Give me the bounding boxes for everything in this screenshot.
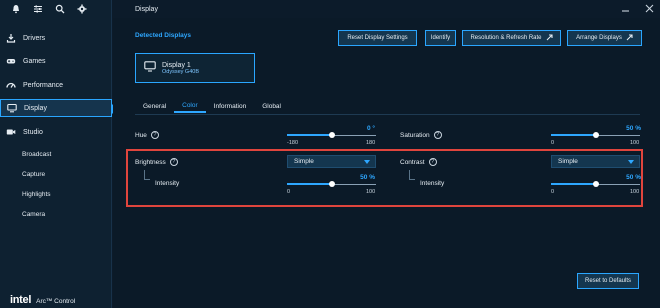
sidebar-item-label: Studio: [23, 128, 43, 136]
help-icon[interactable]: ?: [428, 158, 437, 166]
camera-icon: [6, 127, 16, 137]
sidebar: Drivers Games Performance Display Studio…: [0, 0, 117, 308]
tab-global[interactable]: Global: [254, 99, 289, 113]
display-card[interactable]: Display 1 Odyssey G40B: [135, 53, 255, 83]
slider-fill: [287, 134, 332, 136]
tab-color[interactable]: Color: [174, 99, 206, 113]
slider-thumb[interactable]: [593, 181, 599, 187]
tree-connector: [144, 170, 150, 180]
search-icon[interactable]: [54, 3, 66, 15]
help-icon[interactable]: ?: [150, 131, 159, 139]
window-title: Display: [135, 5, 158, 13]
external-link-icon: [626, 33, 633, 43]
identify-button[interactable]: Identify: [425, 30, 456, 46]
saturation-label: Saturation ?: [400, 131, 442, 139]
contrast-min: 0: [551, 189, 555, 195]
external-link-icon: [546, 33, 553, 43]
chevron-down-icon: [628, 160, 634, 164]
help-icon[interactable]: ?: [169, 158, 178, 166]
resolution-refresh-rate-button[interactable]: Resolution & Refresh Rate: [462, 30, 561, 46]
sidebar-item-display[interactable]: Display: [0, 99, 117, 117]
hue-max: 180: [366, 140, 376, 146]
brightness-max: 100: [366, 189, 376, 195]
sidebar-item-label: Performance: [23, 81, 64, 89]
slider-fill: [551, 183, 596, 185]
setting-label: Hue: [135, 131, 147, 139]
intel-logo: intel: [10, 294, 32, 306]
sidebar-item-drivers[interactable]: Drivers: [0, 29, 112, 47]
sidebar-subitem-capture[interactable]: Capture: [22, 171, 45, 178]
saturation-min: 0: [551, 140, 555, 146]
chevron-down-icon: [364, 160, 370, 164]
reset-display-settings-button[interactable]: Reset Display Settings: [338, 30, 417, 46]
button-label: Identify: [430, 35, 451, 41]
tab-divider: [135, 114, 640, 115]
arrange-displays-button[interactable]: Arrange Displays: [567, 30, 642, 46]
display-name: Display 1: [162, 61, 191, 69]
download-icon: [6, 33, 16, 43]
main-panel: Detected Displays Reset Display Settings…: [113, 18, 660, 308]
sidebar-item-label: Games: [23, 57, 46, 65]
tree-connector: [409, 170, 415, 180]
title-bar: Display: [113, 0, 660, 18]
contrast-label: Contrast ?: [400, 158, 437, 166]
contrast-intensity-label: Intensity: [420, 180, 445, 187]
hue-slider[interactable]: [287, 131, 376, 139]
brightness-intensity-label: Intensity: [155, 180, 180, 187]
contrast-max: 100: [630, 189, 640, 195]
saturation-slider[interactable]: [551, 131, 640, 139]
gamepad-icon: [6, 56, 16, 66]
sidebar-item-performance[interactable]: Performance: [0, 76, 112, 94]
button-label: Resolution & Refresh Rate: [470, 35, 542, 41]
sidebar-subitem-camera[interactable]: Camera: [22, 211, 45, 218]
slider-fill: [551, 134, 596, 136]
gear-icon[interactable]: [76, 3, 88, 15]
gauge-icon: [6, 80, 16, 90]
notification-icon[interactable]: [10, 3, 22, 15]
sidebar-item-label: Drivers: [23, 34, 46, 42]
slider-thumb[interactable]: [329, 181, 335, 187]
saturation-max: 100: [630, 140, 640, 146]
tab-general[interactable]: General: [135, 99, 174, 113]
tab-information[interactable]: Information: [206, 99, 255, 113]
brand: intel Arc™ Control: [10, 294, 75, 306]
brightness-intensity-slider[interactable]: [287, 180, 376, 188]
slider-fill: [287, 183, 332, 185]
button-label: Reset to Defaults: [584, 278, 632, 284]
sidebar-item-games[interactable]: Games: [0, 52, 112, 70]
monitor-icon: [144, 59, 156, 77]
contrast-intensity-slider[interactable]: [551, 180, 640, 188]
setting-label: Saturation: [400, 131, 430, 139]
sidebar-subitem-highlights[interactable]: Highlights: [22, 191, 51, 198]
select-value: Simple: [558, 158, 578, 165]
monitor-icon: [7, 103, 17, 113]
setting-label: Brightness: [135, 158, 166, 166]
button-label: Arrange Displays: [576, 35, 622, 41]
select-value: Simple: [294, 158, 314, 165]
button-label: Reset Display Settings: [347, 35, 408, 41]
tab-bar: General Color Information Global: [135, 99, 289, 113]
sliders-icon[interactable]: [32, 3, 44, 15]
brightness-label: Brightness ?: [135, 158, 178, 166]
slider-thumb[interactable]: [593, 132, 599, 138]
hue-min: -180: [287, 140, 299, 146]
slider-thumb[interactable]: [329, 132, 335, 138]
reset-to-defaults-button[interactable]: Reset to Defaults: [577, 273, 639, 289]
sidebar-item-studio[interactable]: Studio: [0, 123, 112, 141]
sidebar-toolbar: [0, 0, 111, 18]
brightness-min: 0: [287, 189, 291, 195]
section-title: Detected Displays: [135, 32, 191, 39]
close-icon[interactable]: [644, 3, 654, 13]
product-name: Arc™ Control: [36, 298, 76, 305]
help-icon[interactable]: ?: [433, 131, 442, 139]
sidebar-item-label: Display: [24, 104, 47, 112]
window-controls: [620, 3, 654, 13]
brightness-mode-select[interactable]: Simple: [287, 155, 376, 168]
display-model: Odyssey G40B: [162, 68, 199, 75]
contrast-mode-select[interactable]: Simple: [551, 155, 640, 168]
hue-label: Hue ?: [135, 131, 159, 139]
sidebar-subitem-broadcast[interactable]: Broadcast: [22, 151, 51, 158]
minimize-icon[interactable]: [620, 3, 630, 13]
setting-label: Contrast: [400, 158, 425, 166]
